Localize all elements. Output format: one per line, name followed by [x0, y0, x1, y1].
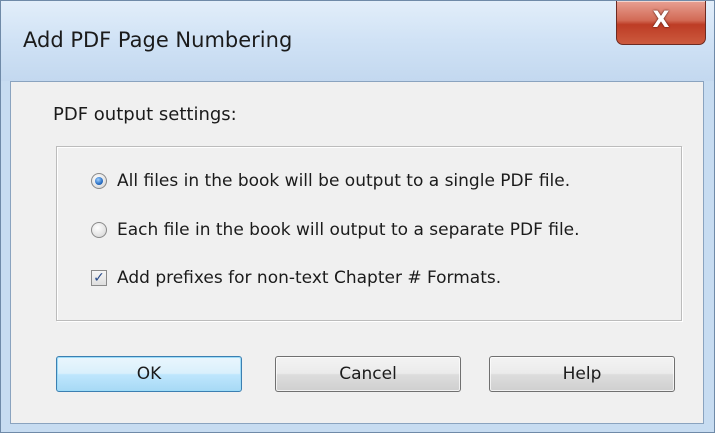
close-button[interactable]: X [616, 1, 706, 45]
option-add-prefixes[interactable]: ✓ Add prefixes for non-text Chapter # Fo… [91, 265, 501, 291]
cancel-button[interactable]: Cancel [275, 356, 461, 392]
checkbox-add-prefixes[interactable]: ✓ [91, 270, 107, 286]
option-add-prefixes-label[interactable]: Add prefixes for non-text Chapter # Form… [117, 268, 501, 288]
pdf-output-settings-group: All files in the book will be output to … [56, 146, 682, 321]
dialog-window: Add PDF Page Numbering X PDF output sett… [0, 0, 715, 433]
title-bar[interactable]: Add PDF Page Numbering X [1, 1, 714, 81]
radio-single-pdf[interactable] [91, 173, 107, 189]
option-separate-pdf-label[interactable]: Each file in the book will output to a s… [117, 220, 580, 240]
dialog-client-area: PDF output settings: All files in the bo… [10, 81, 704, 424]
option-single-pdf-label[interactable]: All files in the book will be output to … [117, 171, 570, 191]
radio-separate-pdf[interactable] [91, 222, 107, 238]
help-button[interactable]: Help [489, 356, 675, 392]
window-title: Add PDF Page Numbering [23, 28, 293, 52]
option-single-pdf[interactable]: All files in the book will be output to … [91, 168, 570, 194]
option-separate-pdf[interactable]: Each file in the book will output to a s… [91, 217, 580, 243]
ok-button[interactable]: OK [56, 356, 242, 392]
pdf-output-settings-label: PDF output settings: [53, 104, 237, 125]
close-icon: X [652, 8, 670, 33]
